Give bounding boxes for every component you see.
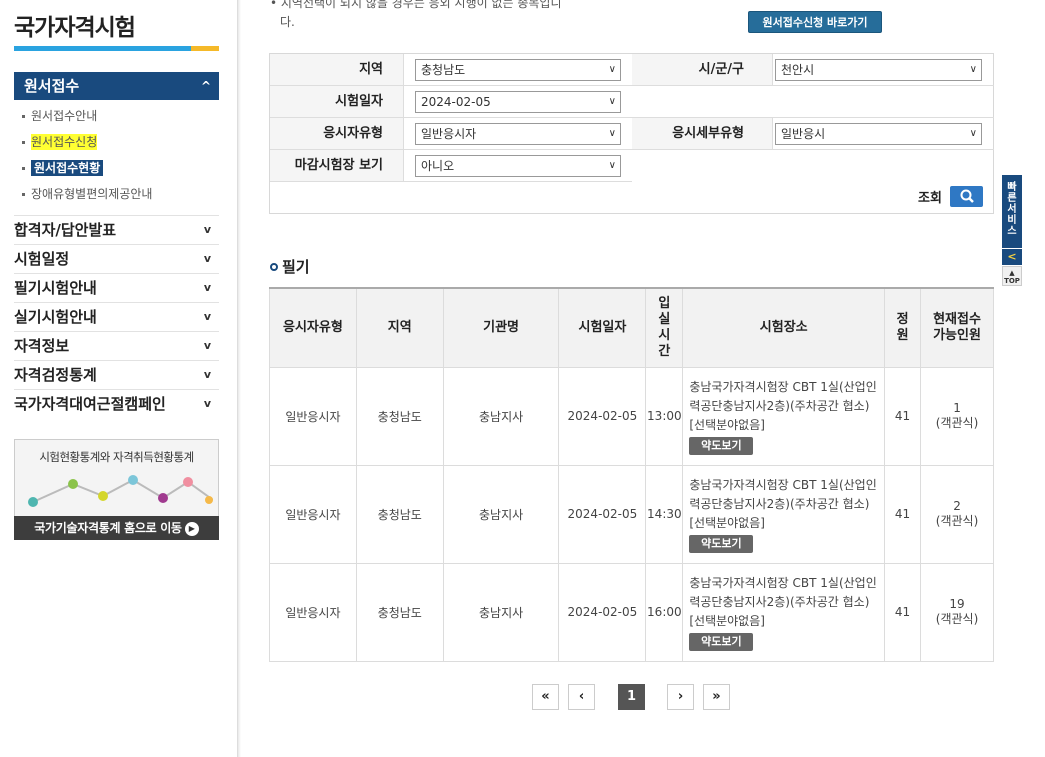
date-label: 시험일자	[270, 86, 404, 117]
chevron-down-icon: ∨	[608, 128, 616, 139]
map-button[interactable]: 약도보기	[689, 632, 754, 651]
filter-row-date: 시험일자 2024-02-05 ∨	[270, 86, 632, 118]
results-table: 응시자유형 지역 기관명 시험일자 입실시간 시험장소 정원 현재접수가능인원 …	[269, 287, 994, 662]
menu-schedule[interactable]: 시험일정 v	[14, 244, 219, 273]
place-cell: 충남국가자격시험장 CBT 1실(산업인 력공단충남지사2층)(주차공간 협소)…	[682, 464, 886, 564]
header-date: 시험일자	[558, 287, 647, 368]
map-button[interactable]: 약도보기	[689, 534, 754, 553]
quick-service-panel[interactable]: 빠른서비스	[1002, 175, 1022, 248]
filter-row-type: 응시자유형 일반응시자 ∨	[270, 118, 632, 150]
type-select[interactable]: 일반응시자 ∨	[415, 123, 621, 145]
header-org: 기관명	[442, 287, 560, 368]
banner-link[interactable]: 국가기술자격통계 홈으로 이동 ▶	[14, 516, 219, 540]
header-capacity: 정원	[884, 287, 922, 368]
header-type: 응시자유형	[269, 287, 357, 368]
title-underline-accent	[191, 46, 219, 51]
sub-item-application-guide[interactable]: 원서접수안내	[22, 107, 97, 125]
page-prev-button[interactable]: ‹	[568, 684, 595, 710]
filter-row-closed: 마감시험장 보기 아니오 ∨	[270, 150, 632, 182]
menu-results[interactable]: 합격자/답안발표 v	[14, 215, 219, 244]
menu-campaign[interactable]: 국가자격대여근절캠페인 v	[14, 389, 219, 418]
sidebar: 국가자격시험 원서접수 ^ 원서접수안내 원서접수신청 원서접수현황 장애유형별…	[0, 0, 238, 757]
banner-text: 시험현황통계와 자격취득현황통계	[39, 450, 194, 464]
region-label: 지역	[270, 54, 404, 85]
bullet-icon	[22, 115, 25, 118]
city-select[interactable]: 천안시 ∨	[775, 59, 982, 81]
section-title: 필기	[270, 256, 310, 277]
sub-item-application-apply[interactable]: 원서접수신청	[22, 133, 98, 151]
search-button[interactable]	[950, 186, 983, 207]
menu-statistics[interactable]: 자격검정통계 v	[14, 360, 219, 389]
menu-application-label: 원서접수	[24, 77, 80, 95]
page-next-button[interactable]: ›	[667, 684, 694, 710]
header-region: 지역	[355, 287, 444, 368]
quick-toggle-button[interactable]: <	[1002, 248, 1022, 265]
bullet-icon	[22, 193, 25, 196]
menu-qualification-info[interactable]: 자격정보 v	[14, 331, 219, 360]
sub-item-disability-support[interactable]: 장애유형별편의제공안내	[22, 185, 152, 203]
closed-label: 마감시험장 보기	[270, 150, 404, 181]
chevron-down-icon: ∨	[608, 96, 616, 107]
sidebar-shadow	[238, 0, 241, 757]
arrow-right-icon: ▶	[184, 521, 199, 536]
search-icon	[960, 189, 974, 203]
chevron-down-icon: v	[203, 397, 211, 410]
chevron-down-icon: ∨	[969, 128, 977, 139]
statistics-banner[interactable]: 시험현황통계와 자격취득현황통계 국가기술자격통계 홈으로 이동 ▶	[14, 439, 219, 540]
chevron-down-icon: v	[203, 368, 211, 381]
available-cell: 19 (객관식)	[920, 562, 994, 662]
sub-item-application-status[interactable]: 원서접수현황	[22, 159, 104, 177]
subtype-label: 응시세부유형	[632, 118, 773, 149]
place-cell: 충남국가자격시험장 CBT 1실(산업인 력공단충남지사2층)(주차공간 협소)…	[682, 562, 886, 662]
chevron-down-icon: ∨	[608, 160, 616, 171]
table-row: 일반응시자 충청남도 충남지사 2024-02-05 14:30 충남국가자격시…	[269, 464, 994, 564]
filter-row-empty	[632, 86, 994, 118]
chevron-down-icon: v	[203, 310, 211, 323]
available-cell: 2 (객관식)	[920, 464, 994, 564]
site-title[interactable]: 국가자격시험	[14, 8, 136, 42]
date-select[interactable]: 2024-02-05 ∨	[415, 91, 621, 113]
apply-shortcut-button[interactable]: 원서접수신청 바로가기	[748, 11, 882, 33]
map-button[interactable]: 약도보기	[689, 436, 754, 455]
table-header-row: 응시자유형 지역 기관명 시험일자 입실시간 시험장소 정원 현재접수가능인원	[269, 287, 994, 368]
statistics-graph-icon	[28, 475, 213, 507]
chevron-down-icon: v	[203, 339, 211, 352]
available-cell: 1 (객관식)	[920, 366, 994, 466]
city-label: 시/군/구	[632, 54, 773, 85]
page-last-button[interactable]: »	[703, 684, 730, 710]
bullet-icon	[22, 141, 25, 144]
menu-application[interactable]: 원서접수 ^	[14, 72, 219, 100]
chevron-down-icon: ∨	[969, 64, 977, 75]
menu-written-exam[interactable]: 필기시험안내 v	[14, 273, 219, 302]
chevron-down-icon: v	[203, 252, 211, 265]
type-label: 응시자유형	[270, 118, 404, 149]
quick-service-label: 빠른서비스	[1007, 182, 1017, 237]
subtype-select[interactable]: 일반응시 ∨	[775, 123, 982, 145]
chevron-down-icon: ∨	[608, 64, 616, 75]
region-select[interactable]: 충청남도 ∨	[415, 59, 621, 81]
header-place: 시험장소	[682, 287, 886, 368]
table-row: 일반응시자 충청남도 충남지사 2024-02-05 13:00 충남국가자격시…	[269, 366, 994, 466]
circle-bullet-icon	[270, 263, 278, 271]
filter-row-region: 지역 충청남도 ∨	[270, 54, 632, 86]
menu-practical-exam[interactable]: 실기시험안내 v	[14, 302, 219, 331]
place-cell: 충남국가자격시험장 CBT 1실(산업인 력공단충남지사2층)(주차공간 협소)…	[682, 366, 886, 466]
scroll-top-button[interactable]: ▲ TOP	[1002, 266, 1022, 286]
search-label: 조회	[918, 191, 942, 206]
closed-select[interactable]: 아니오 ∨	[415, 155, 621, 177]
chevron-down-icon: v	[203, 223, 211, 236]
chevron-up-icon: ^	[200, 79, 211, 93]
title-underline	[14, 46, 219, 51]
notice-text: • 지역선택이 되지 않을 경우는 응외 시행이 없는 종목입니 다.	[270, 0, 562, 29]
bullet-icon	[22, 167, 25, 170]
header-available: 현재접수가능인원	[920, 287, 994, 368]
chevron-up-icon: ▲	[1009, 269, 1015, 277]
page-current[interactable]: 1	[618, 684, 645, 710]
header-time: 입실시간	[645, 287, 684, 368]
chevron-down-icon: v	[203, 281, 211, 294]
table-row: 일반응시자 충청남도 충남지사 2024-02-05 16:00 충남국가자격시…	[269, 562, 994, 662]
page-first-button[interactable]: «	[532, 684, 559, 710]
